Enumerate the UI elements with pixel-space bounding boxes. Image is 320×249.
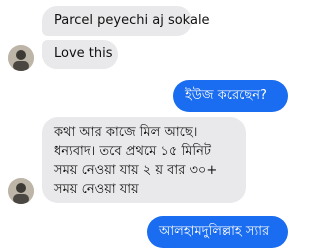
contact-avatar-icon[interactable] — [8, 45, 34, 71]
message-bubble-outgoing[interactable]: ইউজ করেছেন? — [173, 80, 288, 112]
message-text: ইউজ করেছেন? — [185, 88, 267, 103]
message-text: আলহামদুলিল্লাহ স্যার — [159, 224, 270, 239]
message-text: কথা আর কাজে মিল আছে। ধন্যবাদ। তবে প্রথমে… — [54, 125, 218, 197]
contact-avatar-icon[interactable] — [8, 178, 34, 204]
message-bubble-incoming[interactable]: কথা আর কাজে মিল আছে। ধন্যবাদ। তবে প্রথমে… — [42, 117, 246, 203]
message-text: Love this — [54, 46, 113, 61]
message-bubble-incoming[interactable]: Parcel peyechi aj sokale — [42, 6, 210, 36]
chat-thread: Parcel peyechi aj sokale Love this ইউজ ক… — [0, 0, 300, 249]
message-text: Parcel peyechi aj sokale — [54, 13, 210, 28]
message-bubble-incoming[interactable]: Love this — [42, 40, 118, 69]
message-bubble-outgoing[interactable]: আলহামদুলিল্লাহ স্যার — [147, 216, 288, 248]
